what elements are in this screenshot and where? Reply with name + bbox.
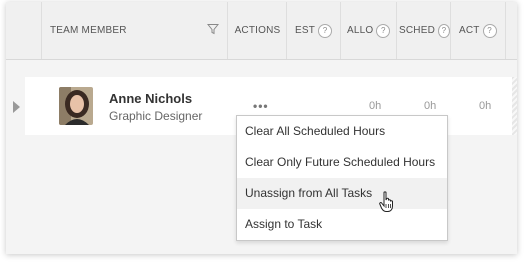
help-icon[interactable]: ? [482,23,497,38]
hand-pointer-icon [379,191,395,218]
help-icon[interactable]: ? [318,23,333,38]
row-edge [512,77,517,135]
actions-menu-icon[interactable]: ••• [253,99,269,113]
header-act: ACT ? [450,2,505,59]
header-est: EST ? [286,2,340,59]
caret-right-icon[interactable] [13,101,20,113]
menu-item-unassign-from-all-tasks[interactable]: Unassign from All Tasks [237,178,447,209]
help-icon[interactable]: ? [438,23,450,38]
header-sched-label: SCHED [399,25,436,36]
avatar [59,87,93,125]
help-icon[interactable]: ? [376,23,391,38]
header-end [505,2,517,59]
sched-hours: 0h [424,100,437,112]
menu-item-clear-all-scheduled-hours[interactable]: Clear All Scheduled Hours [237,116,447,147]
header-allo: ALLO ? [340,2,396,59]
member-name: Anne Nichols [109,91,193,106]
header-team-member[interactable]: TEAM MEMBER [41,2,227,59]
actions-dropdown-menu: Clear All Scheduled Hours Clear Only Fut… [236,115,448,241]
header-spacer [6,2,41,59]
header-actions: ACTIONS [227,2,287,59]
filter-icon[interactable] [206,23,220,38]
grid-header: TEAM MEMBER ACTIONS EST ? ALLO ? SCHED ?… [6,2,517,60]
menu-item-clear-future-scheduled-hours[interactable]: Clear Only Future Scheduled Hours [237,147,447,178]
member-role: Graphic Designer [109,109,203,123]
header-allo-label: ALLO [347,25,374,36]
act-hours: 0h [479,100,492,112]
allo-hours: 0h [369,100,382,112]
header-sched: SCHED ? [396,2,450,59]
header-act-label: ACT [459,25,480,36]
header-est-label: EST [295,25,316,36]
header-actions-label: ACTIONS [234,25,281,36]
header-team-member-label: TEAM MEMBER [50,25,127,36]
menu-item-assign-to-task[interactable]: Assign to Task [237,209,447,240]
team-grid-panel: TEAM MEMBER ACTIONS EST ? ALLO ? SCHED ?… [6,2,517,254]
